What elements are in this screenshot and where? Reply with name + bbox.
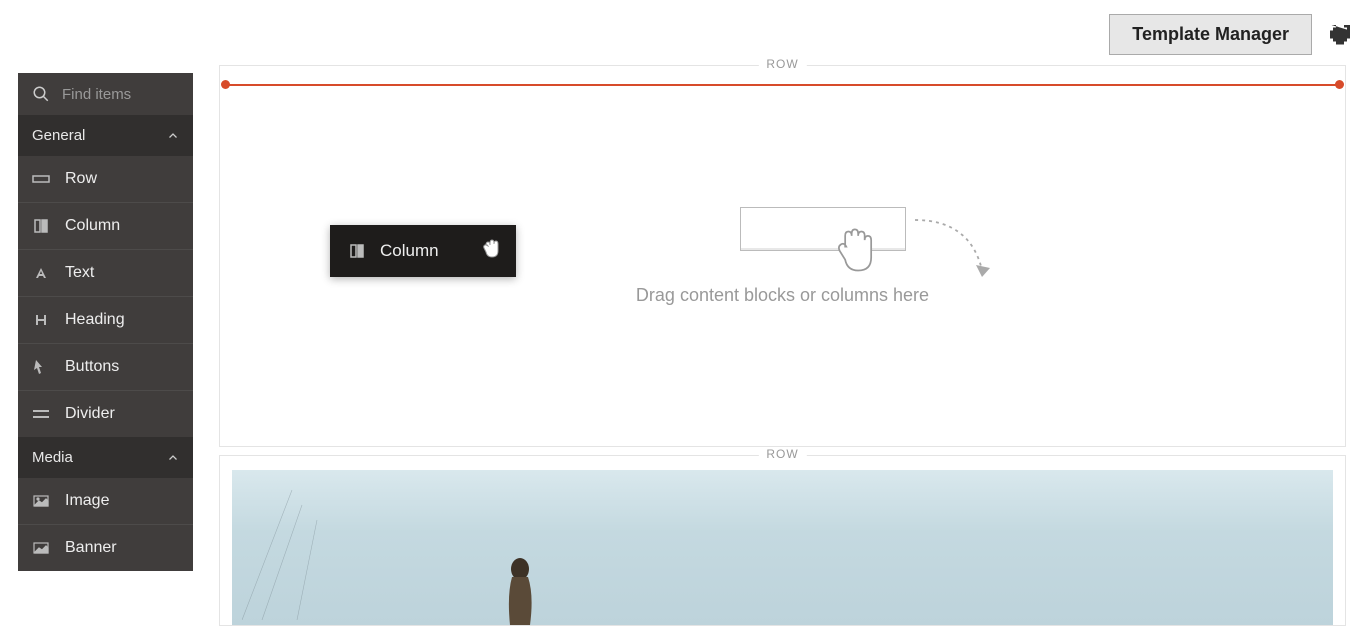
- banner-icon: [32, 541, 50, 555]
- arrow-dotted-icon: [910, 215, 1010, 295]
- section-label: Media: [32, 449, 73, 466]
- hand-icon: [834, 225, 878, 277]
- row-icon: [32, 172, 50, 186]
- sidebar-item-label: Row: [65, 170, 97, 188]
- divider-icon: [32, 407, 50, 421]
- content-lines: [242, 490, 362, 620]
- row-label: ROW: [758, 447, 806, 461]
- section-header-general[interactable]: General: [18, 115, 193, 156]
- search-bar: [18, 73, 193, 115]
- sidebar-item-label: Column: [65, 217, 120, 235]
- row-container-2[interactable]: ROW: [219, 455, 1346, 626]
- dragging-column-block[interactable]: Column: [330, 225, 516, 277]
- column-icon: [32, 219, 50, 233]
- canvas-area: ROW Drag content blocks or columns here …: [219, 65, 1346, 626]
- sidebar-item-label: Text: [65, 264, 94, 282]
- sidebar-item-banner[interactable]: Banner: [18, 524, 193, 571]
- template-manager-button[interactable]: Template Manager: [1109, 14, 1312, 55]
- buttons-icon: [32, 360, 50, 374]
- sidebar-item-text[interactable]: Text: [18, 249, 193, 296]
- search-icon: [32, 85, 50, 103]
- drop-zone-text: Drag content blocks or columns here: [636, 285, 929, 306]
- column-icon: [348, 244, 366, 258]
- fullscreen-icon[interactable]: [1330, 25, 1350, 45]
- chevron-up-icon: [167, 130, 179, 142]
- text-icon: [32, 266, 50, 280]
- image-icon: [32, 494, 50, 508]
- sidebar-item-divider[interactable]: Divider: [18, 390, 193, 437]
- sidebar-item-label: Heading: [65, 311, 125, 329]
- sidebar-item-row[interactable]: Row: [18, 156, 193, 202]
- sidebar-item-image[interactable]: Image: [18, 478, 193, 524]
- sidebar-item-column[interactable]: Column: [18, 202, 193, 249]
- person-silhouette: [492, 555, 552, 625]
- image-content: [232, 470, 1333, 625]
- sidebar-item-heading[interactable]: Heading: [18, 296, 193, 343]
- top-bar: Template Manager: [1109, 14, 1350, 55]
- chevron-up-icon: [167, 452, 179, 464]
- sidebar-item-label: Banner: [65, 539, 117, 557]
- sidebar-item-label: Buttons: [65, 358, 119, 376]
- heading-icon: [32, 313, 50, 327]
- drop-rect-placeholder: [740, 207, 906, 251]
- section-header-media[interactable]: Media: [18, 437, 193, 478]
- sidebar: General Row Column Text Heading Buttons: [18, 73, 193, 571]
- sidebar-item-buttons[interactable]: Buttons: [18, 343, 193, 390]
- drop-visual: [740, 207, 906, 251]
- dragging-block-label: Column: [380, 241, 439, 261]
- section-label: General: [32, 127, 85, 144]
- sidebar-item-label: Divider: [65, 405, 115, 423]
- sidebar-item-label: Image: [65, 492, 109, 510]
- grabbing-cursor-icon: [482, 237, 502, 259]
